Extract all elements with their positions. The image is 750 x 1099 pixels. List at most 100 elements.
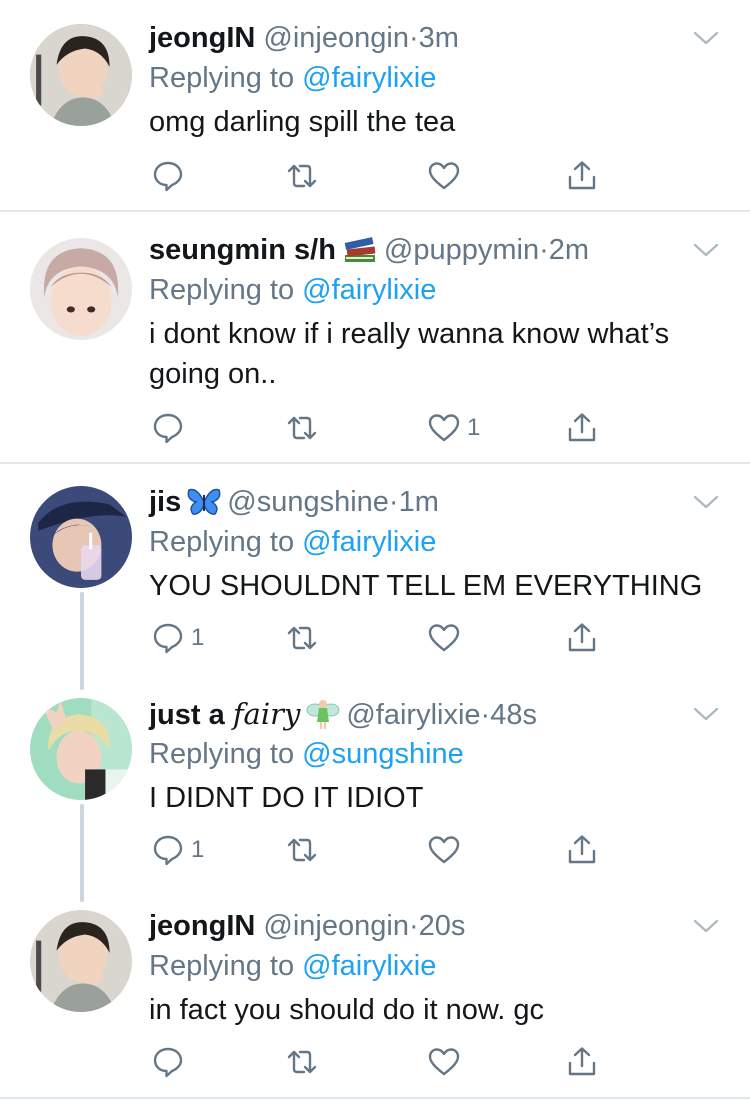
like-button[interactable] — [427, 620, 467, 656]
display-name[interactable]: just a — [149, 699, 225, 731]
heart-icon — [428, 414, 460, 442]
reply-button[interactable] — [151, 158, 191, 194]
tweet-actions — [149, 158, 599, 194]
tweet-header: seungmin s/h @puppymin·2m — [149, 230, 710, 270]
like-button[interactable]: 1 — [427, 410, 480, 446]
mention-link[interactable]: @fairylixie — [302, 950, 436, 982]
reply-icon — [153, 835, 183, 866]
chevron-down-icon[interactable] — [692, 28, 720, 48]
replying-to-label: Replying to — [149, 526, 295, 558]
mention-link[interactable]: @fairylixie — [302, 274, 436, 306]
separator-dot: · — [539, 234, 549, 266]
heart-icon — [428, 1048, 460, 1076]
replying-to-label: Replying to — [149, 738, 295, 770]
separator-dot: · — [388, 486, 399, 518]
avatar[interactable] — [30, 486, 132, 588]
tweet[interactable]: seungmin s/h @puppymin·2m Replying to @fa… — [0, 212, 750, 462]
retweet-button[interactable] — [285, 1044, 319, 1080]
timestamp[interactable]: 20s — [419, 910, 466, 942]
reply-button[interactable] — [151, 410, 191, 446]
tweet-actions: 1 — [149, 620, 599, 656]
retweet-button[interactable] — [285, 410, 319, 446]
display-name-styled[interactable]: fairy — [233, 697, 301, 731]
tweet[interactable]: jeongIN @injeongin·20s Replying to @fair… — [0, 888, 750, 1099]
share-button[interactable] — [565, 620, 599, 656]
timestamp[interactable]: 2m — [549, 234, 589, 266]
share-button[interactable] — [565, 1044, 599, 1080]
like-button[interactable] — [427, 1044, 467, 1080]
tweet-header: just a fairy @fairylixie·48s — [149, 694, 710, 734]
retweet-button[interactable] — [285, 832, 319, 868]
heart-icon — [428, 624, 460, 652]
avatar[interactable] — [30, 910, 132, 1012]
tweet[interactable]: jis @sungshine·1m Replying to @fairylixie… — [0, 464, 750, 676]
reply-button[interactable]: 1 — [151, 620, 204, 656]
chevron-down-icon[interactable] — [692, 240, 720, 260]
replying-to-label: Replying to — [149, 950, 295, 982]
tweet-text: omg darling spill the tea — [149, 106, 456, 138]
replying-to-label: Replying to — [149, 274, 295, 306]
chevron-down-icon[interactable] — [692, 704, 720, 724]
avatar[interactable] — [30, 24, 132, 126]
tweet-actions — [149, 1044, 599, 1080]
user-handle[interactable]: @sungshine — [227, 486, 389, 518]
timestamp[interactable]: 1m — [399, 486, 439, 518]
replying-to-line: Replying to @fairylixie — [149, 270, 710, 310]
share-button[interactable] — [565, 832, 599, 868]
like-count: 1 — [467, 414, 481, 441]
share-icon — [568, 161, 596, 190]
avatar-image — [30, 486, 132, 588]
avatar-image — [30, 238, 132, 340]
share-icon — [568, 413, 596, 442]
mention-link[interactable]: @sungshine — [302, 738, 464, 770]
reply-icon — [153, 161, 183, 192]
replying-to-line: Replying to @fairylixie — [149, 946, 710, 986]
separator-dot: · — [480, 699, 491, 731]
reply-icon — [153, 623, 183, 654]
display-name[interactable]: jeongIN — [149, 910, 255, 942]
share-button[interactable] — [565, 410, 599, 446]
separator-dot: · — [408, 22, 419, 54]
tweet-actions: 1 — [149, 410, 599, 446]
replying-to-line: Replying to @fairylixie — [149, 58, 710, 98]
tweet[interactable]: just a fairy @fairylixie·48s Replying to … — [0, 676, 750, 888]
user-handle[interactable]: @injeongin — [263, 910, 409, 942]
display-name[interactable]: jeongIN — [149, 22, 255, 54]
display-name[interactable]: jis — [149, 486, 181, 518]
timestamp[interactable]: 3m — [419, 22, 459, 54]
reply-button[interactable] — [151, 1044, 191, 1080]
user-handle[interactable]: @injeongin — [263, 22, 409, 54]
avatar[interactable] — [30, 238, 132, 340]
tweet-header: jis @sungshine·1m — [149, 482, 710, 522]
share-icon — [568, 1047, 596, 1076]
chevron-down-icon[interactable] — [692, 916, 720, 936]
reply-count: 1 — [191, 836, 205, 863]
retweet-button[interactable] — [285, 158, 319, 194]
share-icon — [568, 623, 596, 652]
user-handle[interactable]: @puppymin — [384, 234, 539, 266]
mention-link[interactable]: @fairylixie — [302, 526, 436, 558]
timestamp[interactable]: 48s — [490, 699, 537, 731]
tweet-text: I DIDNT DO IT IDIOT — [149, 782, 424, 814]
avatar[interactable] — [30, 698, 132, 800]
reply-icon — [153, 1047, 183, 1078]
chevron-down-icon[interactable] — [692, 492, 720, 512]
avatar-image — [30, 698, 132, 800]
retweet-button[interactable] — [285, 620, 319, 656]
share-button[interactable] — [565, 158, 599, 194]
reply-button[interactable]: 1 — [151, 832, 204, 868]
reply-count: 1 — [191, 624, 205, 651]
tweet[interactable]: jeongIN @injeongin·3m Replying to @fairy… — [0, 0, 750, 210]
tweet-text: in fact you should do it now. gc — [149, 994, 544, 1026]
tweet-text: YOU SHOULDNT TELL EM EVERYTHING — [149, 570, 703, 602]
mention-link[interactable]: @fairylixie — [302, 62, 436, 94]
user-handle[interactable]: @fairylixie — [346, 699, 480, 731]
like-button[interactable] — [427, 158, 467, 194]
replying-to-line: Replying to @fairylixie — [149, 522, 710, 562]
reply-icon — [153, 413, 183, 444]
like-button[interactable] — [427, 832, 467, 868]
heart-icon — [428, 836, 460, 864]
retweet-icon — [287, 626, 317, 650]
display-name[interactable]: seungmin s/h — [149, 234, 336, 266]
tweet-header: jeongIN @injeongin·3m — [149, 18, 710, 58]
